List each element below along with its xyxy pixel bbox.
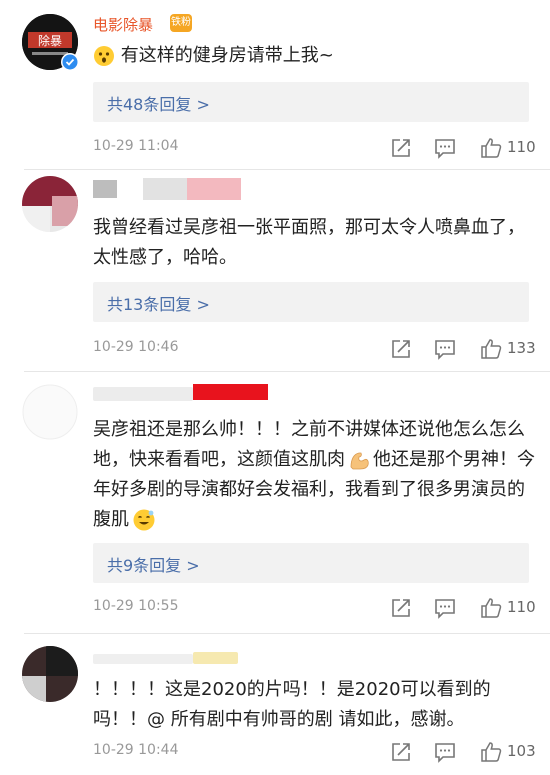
like-count: 110: [507, 138, 536, 156]
share-icon[interactable]: [389, 740, 413, 764]
divider: [24, 169, 550, 170]
svg-text:除暴: 除暴: [38, 33, 62, 48]
avatar[interactable]: [22, 646, 78, 702]
comment-icon[interactable]: [433, 136, 457, 160]
like-count: 103: [507, 742, 536, 760]
comment-text: 我曾经看过吴彦祖一张平面照，那可太令人喷鼻血了，太性感了，哈哈。: [93, 217, 525, 268]
username-redacted[interactable]: [93, 178, 241, 200]
thumbs-up-icon[interactable]: [479, 740, 503, 764]
comment-text: 有这样的健身房请带上我~: [93, 41, 538, 71]
thumbs-up-icon[interactable]: [479, 337, 503, 361]
blurred-avatar-icon: [22, 384, 78, 440]
timestamp: 10-29 11:04: [93, 138, 179, 154]
drooling-emoji-icon: [133, 509, 155, 531]
flexed-biceps-icon: [350, 452, 369, 470]
comment-text: 吴彦祖还是那么帅！！！之前不讲媒体还说他怎么怎么地，快来看看吧，这颜值这肌肉 他…: [93, 419, 535, 531]
comment-footer: 10-29 11:04 110: [93, 136, 538, 160]
comment-footer: 10-29 10:55 110: [93, 596, 538, 620]
share-icon[interactable]: [389, 136, 413, 160]
username-redacted[interactable]: [93, 384, 268, 404]
fan-badge: 铁粉: [170, 14, 192, 32]
replies-link[interactable]: 共13条回复 >: [93, 282, 529, 322]
replies-link[interactable]: 共48条回复 >: [93, 82, 529, 122]
comment-icon[interactable]: [433, 337, 457, 361]
username[interactable]: 电影除暴: [93, 14, 153, 35]
avatar[interactable]: [22, 176, 78, 232]
avatar[interactable]: [22, 384, 78, 440]
blurred-avatar-icon: [22, 176, 78, 232]
timestamp: 10-29 10:44: [93, 742, 179, 758]
timestamp: 10-29 10:55: [93, 598, 179, 614]
thumbs-up-icon[interactable]: [479, 136, 503, 160]
timestamp: 10-29 10:46: [93, 339, 179, 355]
verified-icon: [61, 53, 79, 71]
replies-link[interactable]: 共9条回复 >: [93, 543, 529, 583]
comment-icon[interactable]: [433, 740, 457, 764]
divider: [24, 633, 550, 634]
comment-text: ！！！！这是2020的片吗！！是2020可以看到的吗！！@ 所有剧中有帅哥的剧 …: [93, 679, 491, 730]
comment-footer: 10-29 10:46 133: [93, 337, 538, 361]
share-icon[interactable]: [389, 596, 413, 620]
blurred-avatar-icon: [22, 646, 78, 702]
like-count: 133: [507, 339, 536, 357]
comment-footer: 10-29 10:44 103: [93, 740, 538, 764]
share-icon[interactable]: [389, 337, 413, 361]
like-count: 110: [507, 598, 536, 616]
divider: [24, 371, 550, 372]
username-redacted[interactable]: [93, 650, 238, 666]
comment-icon[interactable]: [433, 596, 457, 620]
thumbs-up-icon[interactable]: [479, 596, 503, 620]
shocked-emoji-icon: [94, 46, 114, 66]
